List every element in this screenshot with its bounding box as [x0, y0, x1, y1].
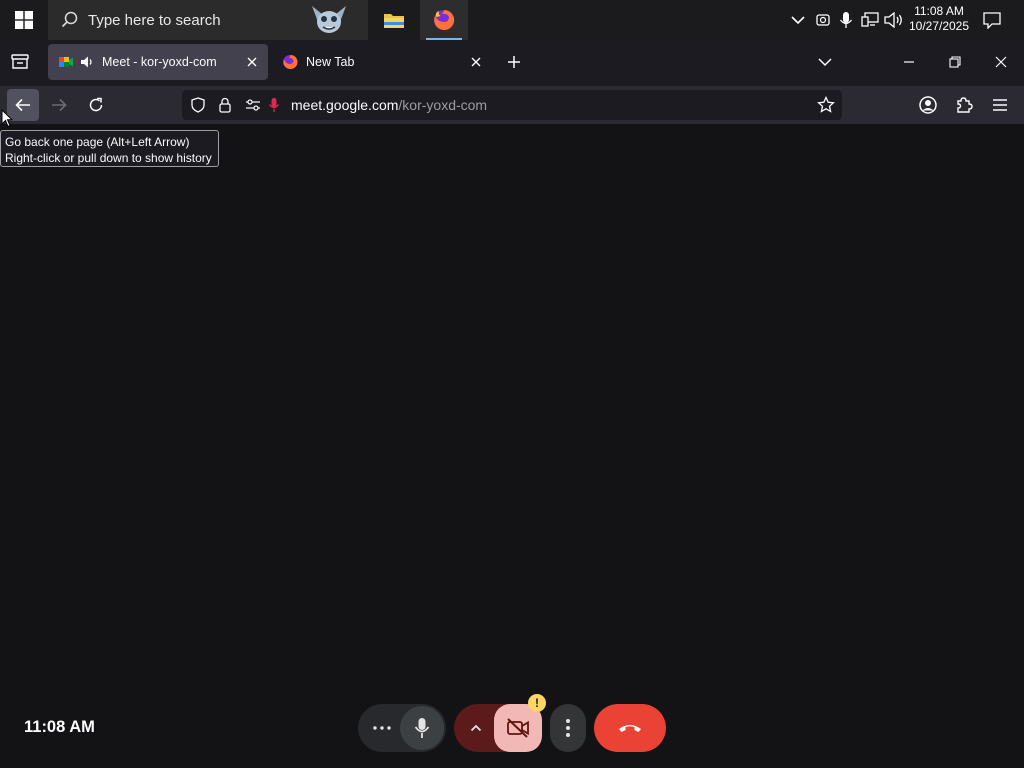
camera-off-icon: [507, 718, 529, 738]
mouse-cursor-icon: [1, 109, 13, 128]
microphone-sharing-icon[interactable]: [266, 97, 282, 113]
search-highlight-mascot-icon: [312, 6, 346, 33]
taskbar-firefox[interactable]: [420, 0, 468, 40]
meeting-clock: 11:08 AM: [24, 718, 95, 736]
taskbar-clock[interactable]: 11:08 AM 10/27/2025: [908, 4, 970, 34]
webcam-in-use-icon[interactable]: [813, 10, 833, 30]
more-vertical-icon: [566, 719, 570, 737]
close-tab-icon[interactable]: [468, 54, 484, 70]
account-button[interactable]: [912, 89, 944, 121]
more-options-button[interactable]: [550, 704, 586, 752]
forward-button[interactable]: [43, 89, 75, 121]
leave-call-button[interactable]: [594, 704, 666, 752]
extensions-button[interactable]: [948, 89, 980, 121]
chevron-up-icon: [470, 724, 482, 732]
url-host: meet.google.com: [291, 97, 399, 113]
close-icon: [995, 56, 1007, 68]
arrow-left-icon: [15, 98, 30, 112]
video-controls-group: !: [454, 694, 546, 752]
close-tab-icon[interactable]: [244, 54, 260, 70]
camera-warning-badge[interactable]: !: [528, 694, 546, 712]
account-icon: [919, 96, 937, 114]
windows-start-button[interactable]: [0, 0, 48, 40]
tooltip-line-1: Go back one page (Alt+Left Arrow): [5, 135, 190, 149]
meet-call-area: 11:08 AM !: [0, 124, 1024, 768]
search-placeholder: Type here to search: [88, 11, 221, 29]
tab-meet[interactable]: Meet - kor-yoxd-com: [48, 44, 268, 80]
notifications-icon[interactable]: [982, 10, 1002, 30]
navigation-toolbar: meet.google.com/kor-yoxd-com: [0, 86, 1024, 124]
tray-overflow-chevron-icon[interactable]: [788, 10, 808, 30]
back-button-tooltip: Go back one page (Alt+Left Arrow) Right-…: [0, 130, 219, 167]
browser-tab-strip: Meet - kor-yoxd-com New Tab: [0, 40, 1024, 86]
search-icon: [61, 11, 78, 28]
firefox-favicon-icon: [283, 54, 298, 69]
hang-up-phone-icon: [619, 725, 641, 732]
plus-icon: [508, 56, 520, 68]
tab-title: Meet - kor-yoxd-com: [102, 55, 217, 69]
minimize-icon: [904, 61, 914, 63]
taskbar-search-box[interactable]: Type here to search: [48, 0, 368, 40]
taskbar-file-explorer[interactable]: [370, 0, 418, 40]
close-window-button[interactable]: [986, 48, 1016, 76]
url-text: meet.google.com/kor-yoxd-com: [291, 97, 487, 113]
bookmark-star-icon[interactable]: [817, 96, 835, 114]
tab-title: New Tab: [306, 55, 355, 69]
tooltip-line-2: Right-click or pull down to show history: [5, 151, 212, 165]
tab-new-tab[interactable]: New Tab: [272, 44, 492, 80]
restore-icon: [949, 56, 961, 68]
microphone-icon: [414, 718, 430, 738]
clock-time: 11:08 AM: [914, 4, 964, 18]
volume-icon[interactable]: [884, 10, 904, 30]
permissions-icon[interactable]: [245, 97, 261, 113]
firefox-icon: [434, 9, 455, 30]
microphone-toggle-button[interactable]: [400, 706, 444, 750]
network-icon[interactable]: [860, 10, 880, 30]
open-menu-button[interactable]: [984, 89, 1016, 121]
windows-logo-icon: [15, 11, 33, 29]
windows-taskbar: Type here to search 11:08 AM 10/27/2025: [0, 0, 1024, 40]
address-bar[interactable]: meet.google.com/kor-yoxd-com: [182, 90, 842, 120]
minimize-window-button[interactable]: [894, 48, 924, 76]
firefox-view-button[interactable]: [6, 48, 34, 76]
video-settings-button[interactable]: [458, 708, 494, 748]
lock-icon[interactable]: [217, 97, 233, 113]
restore-window-button[interactable]: [940, 48, 970, 76]
google-meet-favicon-icon: [59, 57, 73, 67]
list-all-tabs-button[interactable]: [811, 48, 839, 76]
microphone-in-use-icon[interactable]: [836, 10, 856, 30]
more-horizontal-icon: [373, 726, 391, 730]
chevron-down-icon: [818, 58, 832, 67]
tab-audio-playing-icon[interactable]: [80, 55, 94, 69]
firefox-view-icon: [11, 54, 29, 69]
audio-settings-button[interactable]: [362, 708, 402, 748]
puzzle-piece-icon: [957, 97, 973, 113]
clock-date: 10/27/2025: [908, 19, 970, 33]
new-tab-button[interactable]: [500, 48, 528, 76]
url-path: /kor-yoxd-com: [398, 97, 488, 113]
reload-button[interactable]: [80, 89, 112, 121]
reload-icon: [89, 97, 103, 112]
audio-controls-group: [358, 704, 446, 752]
tracking-protection-shield-icon[interactable]: [190, 97, 206, 113]
folder-icon: [384, 14, 404, 28]
hamburger-menu-icon: [993, 99, 1007, 111]
arrow-right-icon: [52, 98, 67, 112]
